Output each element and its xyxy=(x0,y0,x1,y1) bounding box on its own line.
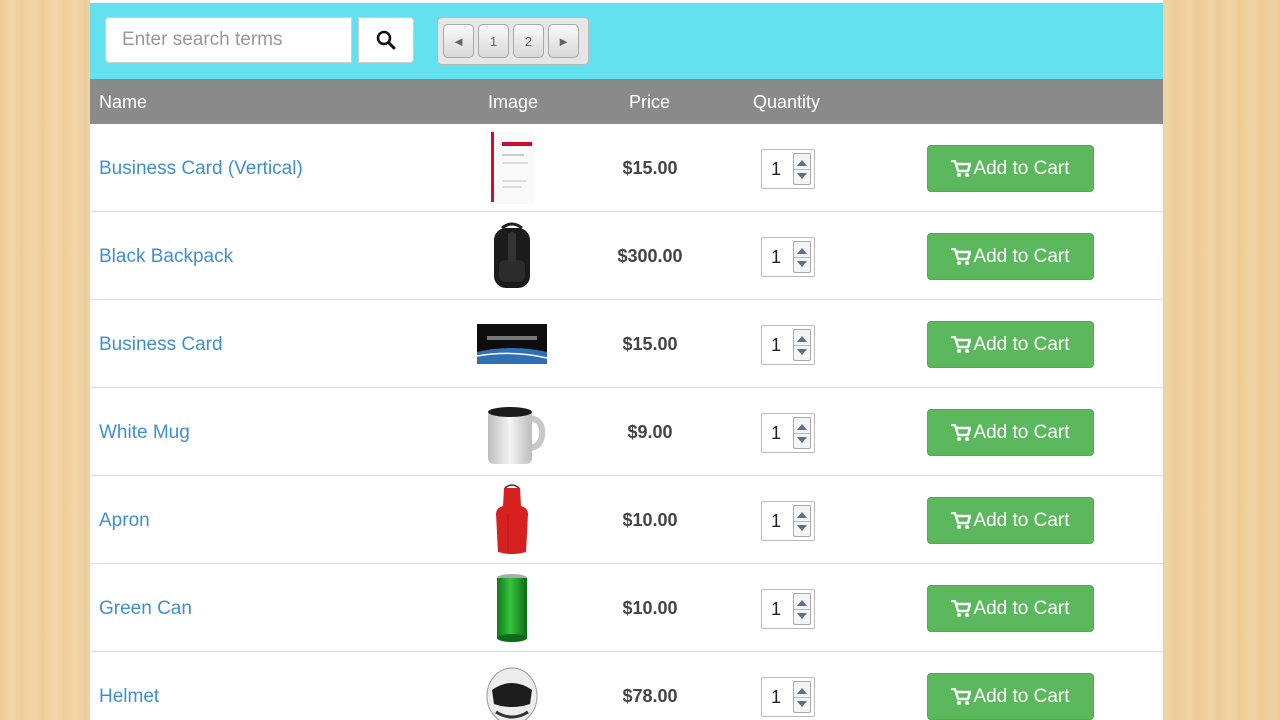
add-to-cart-label: Add to Cart xyxy=(973,333,1070,355)
toolbar: ◄ 1 2 ► xyxy=(90,3,1163,79)
business-card-vertical-image xyxy=(490,132,534,204)
spinner-arrows[interactable] xyxy=(793,153,811,185)
product-name-link[interactable]: Green Can xyxy=(99,598,192,620)
spinner-arrows[interactable] xyxy=(793,505,811,537)
cart-icon xyxy=(951,599,972,617)
spinner-arrows[interactable] xyxy=(793,593,811,625)
quantity-stepper[interactable]: 1 xyxy=(761,501,815,541)
header-quantity: Quantity xyxy=(753,92,821,112)
product-price: $10.00 xyxy=(622,598,678,618)
table-row: White Mug $9.00 1 Add to Cart xyxy=(90,388,1163,476)
pager-page-1-button[interactable]: 1 xyxy=(478,24,509,58)
product-name-link[interactable]: Black Backpack xyxy=(99,246,233,268)
quantity-stepper[interactable]: 1 xyxy=(761,149,815,189)
header-image: Image xyxy=(488,92,539,112)
pager-prev-button[interactable]: ◄ xyxy=(443,24,474,58)
product-name-link[interactable]: Apron xyxy=(99,510,150,532)
add-to-cart-label: Add to Cart xyxy=(973,597,1070,619)
product-price: $10.00 xyxy=(622,510,678,530)
product-price: $15.00 xyxy=(622,158,678,178)
backpack-image xyxy=(494,222,530,288)
product-name-link[interactable]: Helmet xyxy=(99,686,159,708)
quantity-value: 1 xyxy=(771,247,782,267)
product-price: $15.00 xyxy=(622,334,678,354)
add-to-cart-button[interactable]: Add to Cart xyxy=(927,321,1094,368)
can-image xyxy=(497,574,527,642)
search-icon xyxy=(376,30,396,50)
table-row: Business Card (Vertical) $15.00 1 Add to… xyxy=(90,124,1163,212)
business-card-image xyxy=(476,324,548,364)
quantity-stepper[interactable]: 1 xyxy=(761,237,815,277)
pager-page-2-button[interactable]: 2 xyxy=(513,24,544,58)
add-to-cart-button[interactable]: Add to Cart xyxy=(927,145,1094,192)
quantity-value: 1 xyxy=(771,687,782,707)
pager-next-button[interactable]: ► xyxy=(548,24,579,58)
table-row: Green Can $10.00 1 Add to Cart xyxy=(90,564,1163,652)
add-to-cart-button[interactable]: Add to Cart xyxy=(927,233,1094,280)
spinner-arrows[interactable] xyxy=(793,417,811,449)
quantity-value: 1 xyxy=(771,335,782,355)
cart-icon xyxy=(951,687,972,705)
product-name-link[interactable]: Business Card (Vertical) xyxy=(99,158,303,180)
mug-image xyxy=(488,407,546,464)
search-button[interactable] xyxy=(358,17,414,63)
quantity-stepper[interactable]: 1 xyxy=(761,589,815,629)
cart-icon xyxy=(951,423,972,441)
quantity-value: 1 xyxy=(771,159,782,179)
cart-icon xyxy=(951,247,972,265)
add-to-cart-button[interactable]: Add to Cart xyxy=(927,409,1094,456)
product-price: $9.00 xyxy=(627,422,673,442)
add-to-cart-label: Add to Cart xyxy=(973,245,1070,267)
search-input[interactable] xyxy=(105,17,352,63)
quantity-stepper[interactable]: 1 xyxy=(761,677,815,717)
add-to-cart-label: Add to Cart xyxy=(973,157,1070,179)
cart-icon xyxy=(951,335,972,353)
header-price: Price xyxy=(629,92,671,112)
product-price: $78.00 xyxy=(622,686,678,706)
quantity-stepper[interactable]: 1 xyxy=(761,413,815,453)
add-to-cart-button[interactable]: Add to Cart xyxy=(927,497,1094,544)
table-row: Helmet $78.00 1 Add to Cart xyxy=(90,652,1163,720)
spinner-arrows[interactable] xyxy=(793,241,811,273)
cart-icon xyxy=(951,159,972,177)
quantity-value: 1 xyxy=(771,423,782,443)
header-name: Name xyxy=(99,92,148,112)
product-price: $300.00 xyxy=(617,246,683,266)
add-to-cart-button[interactable]: Add to Cart xyxy=(927,673,1094,720)
product-name-link[interactable]: White Mug xyxy=(99,422,190,444)
apron-image xyxy=(496,484,528,554)
product-panel: ◄ 1 2 ► Name Image Price Quantity Busine… xyxy=(90,0,1163,720)
table-row: Black Backpack $300.00 1 Add to Cart xyxy=(90,212,1163,300)
table-row: Business Card $15.00 1 Add to Cart xyxy=(90,300,1163,388)
table-header: Name Image Price Quantity xyxy=(90,79,1163,124)
pagination: ◄ 1 2 ► xyxy=(437,17,589,65)
spinner-arrows[interactable] xyxy=(793,681,811,713)
add-to-cart-button[interactable]: Add to Cart xyxy=(927,585,1094,632)
add-to-cart-label: Add to Cart xyxy=(973,509,1070,531)
cart-icon xyxy=(951,511,972,529)
quantity-stepper[interactable]: 1 xyxy=(761,325,815,365)
quantity-value: 1 xyxy=(771,599,782,619)
table-row: Apron $10.00 1 Add to Cart xyxy=(90,476,1163,564)
spinner-arrows[interactable] xyxy=(793,329,811,361)
add-to-cart-label: Add to Cart xyxy=(973,685,1070,707)
helmet-image xyxy=(486,667,538,720)
add-to-cart-label: Add to Cart xyxy=(973,421,1070,443)
quantity-value: 1 xyxy=(771,511,782,531)
product-name-link[interactable]: Business Card xyxy=(99,334,223,356)
